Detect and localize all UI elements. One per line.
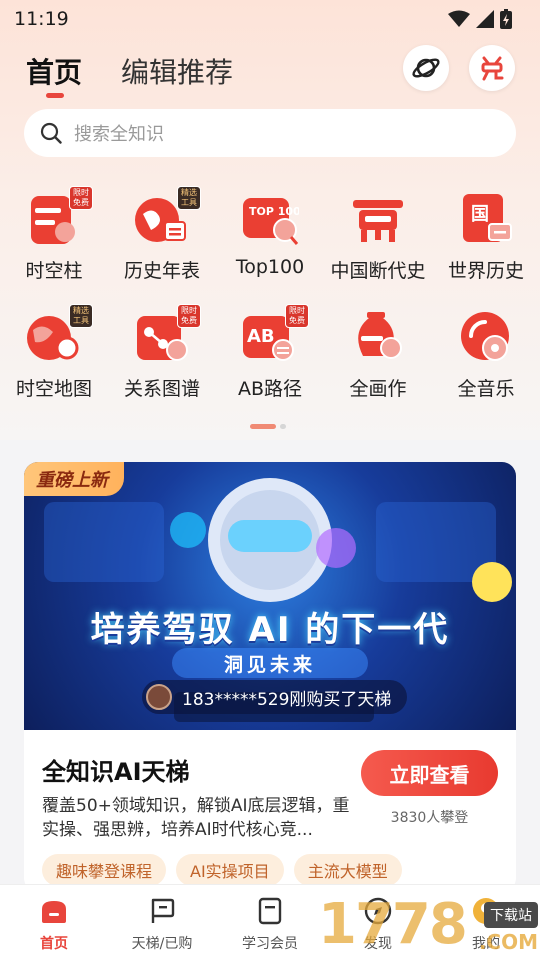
purchase-notice-text: 183*****529刚购买了天梯	[182, 689, 392, 710]
bronze-vessel-icon	[349, 190, 407, 248]
feature-chips: 趣味攀登课程 AI实操项目 主流大模型	[42, 854, 402, 886]
wifi-icon	[448, 10, 470, 27]
grid-label: 世界历史	[447, 260, 524, 282]
grid-label: 时空柱	[25, 260, 83, 282]
guo-text: 国	[471, 204, 489, 225]
timeline-pillar-icon: 限时免费	[25, 186, 93, 248]
grid-label: 中国断代史	[330, 260, 426, 282]
limited-free-badge: 限时免费	[177, 304, 201, 328]
limited-free-badge: 限时免费	[285, 304, 309, 328]
nav-label: 我的	[472, 936, 500, 952]
redeem-icon	[481, 56, 504, 81]
profile-icon	[473, 898, 499, 924]
nav-label: 天梯/已购	[131, 936, 193, 952]
purchase-notice: 183*****529刚购买了天梯	[142, 680, 408, 714]
grid-item-world-history[interactable]: 国 世界历史	[432, 190, 540, 300]
card-description: 覆盖50+领域知识，解锁AI底层逻辑，重实操、强思辨，培养AI时代核心竞...	[42, 796, 350, 840]
nav-label: 学习会员	[242, 936, 298, 952]
limited-free-badge: 限时免费	[69, 186, 93, 210]
battery-icon	[500, 9, 512, 29]
nav-label: 发现	[364, 936, 392, 952]
page-indicator	[250, 424, 286, 429]
search-bar[interactable]: 搜索全知识	[24, 109, 516, 157]
planet-icon	[412, 58, 440, 78]
card-title: 全知识AI天梯	[42, 758, 190, 786]
nav-discover[interactable]: 发现	[324, 895, 432, 953]
grid-item-china-dynasty[interactable]: 中国断代史	[324, 190, 432, 300]
history-chart-icon: 精选工具	[133, 186, 201, 248]
vase-painting-icon	[349, 308, 407, 366]
signal-icon	[476, 10, 494, 28]
grid-item-ab-path[interactable]: AB 限时免费 AB路径	[216, 304, 324, 418]
nav-learning-member[interactable]: 学习会员	[216, 895, 324, 953]
compass-icon	[364, 897, 392, 925]
grid-item-top100[interactable]: TOP 100 Top100	[216, 190, 324, 300]
featured-tool-badge: 精选工具	[69, 304, 93, 328]
chip-fun-course[interactable]: 趣味攀登课程	[42, 854, 167, 886]
page-dot-active	[250, 424, 276, 429]
grid-item-timeline-pillar[interactable]: 限时免费 时空柱	[0, 186, 108, 300]
tab-indicator	[46, 93, 64, 98]
grid-label: 全音乐	[457, 378, 515, 400]
ab-text: AB	[247, 326, 275, 347]
top100-icon: TOP 100	[241, 190, 301, 248]
grid-label: Top100	[235, 256, 305, 278]
ai-ladder-card[interactable]: 重磅上新 培养驾驭 AI 的下一代 洞见未来 183*****529刚购买了天梯…	[24, 462, 516, 892]
bottom-nav: 首页 天梯/已购 学习会员 发现 我的	[0, 884, 540, 960]
redeem-button[interactable]	[469, 45, 515, 91]
nav-profile[interactable]: 我的	[432, 895, 540, 953]
banner-headline: 培养驾驭 AI 的下一代	[90, 610, 450, 650]
search-placeholder: 搜索全知识	[74, 124, 164, 145]
search-icon	[40, 122, 62, 144]
tab-editor-picks[interactable]: 编辑推荐	[121, 51, 233, 91]
ab-path-icon: AB 限时免费	[241, 304, 309, 366]
grid-item-history-chart[interactable]: 精选工具 历史年表	[108, 186, 216, 300]
tab-home[interactable]: 首页	[26, 51, 82, 91]
grid-label: AB路径	[237, 378, 303, 400]
grid-item-relation-graph[interactable]: 限时免费 关系图谱	[108, 304, 216, 418]
home-icon	[42, 901, 66, 923]
promo-banner[interactable]: 重磅上新 培养驾驭 AI 的下一代 洞见未来 183*****529刚购买了天梯	[24, 462, 516, 730]
globe-map-icon: 精选工具	[25, 304, 93, 366]
banner-tag: 重磅上新	[24, 462, 124, 496]
grid-label: 历史年表	[123, 260, 200, 282]
status-icons	[448, 9, 512, 29]
status-time: 11:19	[14, 8, 69, 30]
featured-tool-badge: 精选工具	[177, 186, 201, 210]
grid-item-music[interactable]: 全音乐	[432, 308, 540, 418]
grid-label: 全画作	[349, 378, 407, 400]
nav-ladder-purchased[interactable]: 天梯/已购	[108, 895, 216, 953]
world-history-book-icon: 国	[457, 190, 515, 248]
chip-ai-project[interactable]: AI实操项目	[176, 854, 284, 886]
chip-mainstream-model[interactable]: 主流大模型	[293, 854, 402, 886]
planet-button[interactable]	[403, 45, 449, 91]
nav-label: 首页	[40, 936, 68, 952]
avatar	[146, 684, 172, 710]
grid-item-time-map[interactable]: 精选工具 时空地图	[0, 304, 108, 418]
status-bar: 11:19	[0, 0, 540, 38]
header: 首页 编辑推荐	[0, 45, 540, 105]
nav-home[interactable]: 首页	[0, 895, 108, 953]
banner-subline: 洞见未来	[172, 648, 368, 678]
relation-graph-icon: 限时免费	[133, 304, 201, 366]
page-dot	[280, 424, 286, 429]
flag-icon	[151, 898, 175, 923]
book-icon	[258, 897, 282, 925]
top-text: TOP 100	[249, 205, 299, 218]
grid-label: 时空地图	[15, 378, 92, 400]
view-now-button[interactable]: 立即查看	[361, 750, 498, 796]
music-disc-icon	[457, 308, 515, 366]
climb-count: 3830人攀登	[390, 810, 469, 826]
grid-label: 关系图谱	[123, 378, 200, 400]
grid-item-paintings[interactable]: 全画作	[324, 308, 432, 418]
